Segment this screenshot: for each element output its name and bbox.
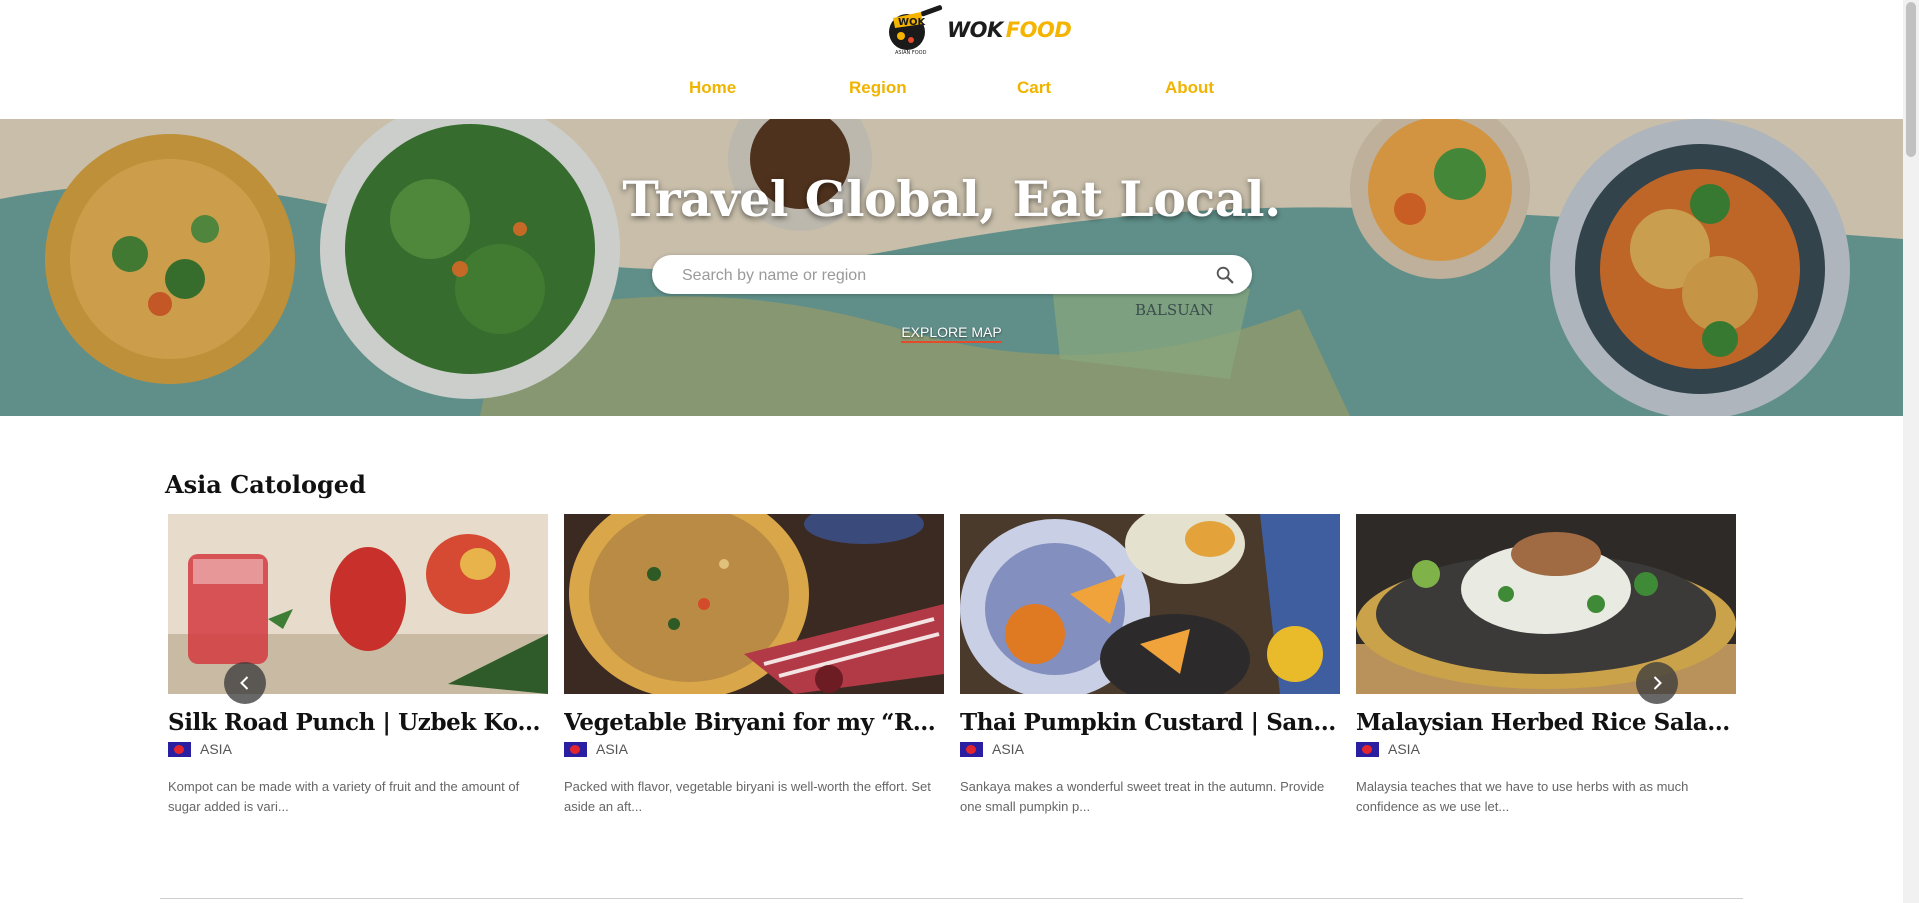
recipe-image[interactable] [168, 514, 548, 694]
chevron-left-icon [240, 676, 249, 690]
section-title: Asia Catologed [165, 470, 366, 499]
recipe-image[interactable] [960, 514, 1340, 694]
region-label: ASIA [200, 741, 232, 757]
recipe-card[interactable]: Malaysian Herbed Rice Salad | ... ASIA M… [1356, 514, 1736, 817]
recipe-image[interactable] [564, 514, 944, 694]
recipe-region: ASIA [960, 741, 1340, 757]
region-label: ASIA [992, 741, 1024, 757]
search-input[interactable] [680, 255, 1204, 296]
svg-text:WOK: WOK [898, 17, 927, 28]
region-flag-icon [960, 741, 983, 757]
recipe-card[interactable]: Thai Pumpkin Custard | Sankaya ASIA Sank… [960, 514, 1340, 817]
explore-map-wrap: EXPLORE MAP [0, 324, 1903, 343]
main-nav: Home Region Cart About [0, 78, 1903, 102]
svg-text:BALSUAN: BALSUAN [1135, 301, 1213, 319]
region-flag-icon [564, 741, 587, 757]
recipe-description: Sankaya makes a wonderful sweet treat in… [960, 779, 1325, 814]
search-bar [652, 255, 1252, 296]
explore-map-link[interactable]: EXPLORE MAP [901, 324, 1002, 343]
recipe-image[interactable] [1356, 514, 1736, 694]
brand-logo[interactable]: WOK ASIAN FOOD WOK FOOD [885, 4, 1072, 56]
recipe-description: Malaysia teaches that we have to use her… [1356, 779, 1689, 814]
recipe-region: ASIA [1356, 741, 1736, 757]
hero-banner: BALSUAN Travel Global, Eat Local. EXPLOR… [0, 119, 1903, 416]
region-label: ASIA [596, 741, 628, 757]
nav-home[interactable]: Home [689, 78, 736, 98]
nav-region[interactable]: Region [849, 78, 907, 98]
section-divider [160, 898, 1743, 899]
recipe-title[interactable]: Silk Road Punch | Uzbek Kompot [168, 709, 548, 736]
recipe-title[interactable]: Malaysian Herbed Rice Salad | ... [1356, 709, 1736, 736]
recipe-description: Kompot can be made with a variety of fru… [168, 779, 520, 814]
recipe-region: ASIA [564, 741, 944, 757]
recipe-description: Packed with flavor, vegetable biryani is… [564, 779, 931, 814]
recipe-card[interactable]: Silk Road Punch | Uzbek Kompot ASIA Komp… [168, 514, 548, 817]
svg-text:ASIAN FOOD: ASIAN FOOD [895, 50, 927, 56]
chevron-right-icon [1653, 676, 1662, 690]
hero-title: Travel Global, Eat Local. [622, 170, 1281, 228]
region-flag-icon [168, 741, 191, 757]
nav-about[interactable]: About [1165, 78, 1214, 98]
search-icon[interactable] [1214, 264, 1236, 286]
nav-cart[interactable]: Cart [1017, 78, 1051, 98]
recipe-title[interactable]: Thai Pumpkin Custard | Sankaya [960, 709, 1340, 736]
recipe-card[interactable]: Vegetable Biryani for my “Rick... ASIA P… [564, 514, 944, 817]
recipe-region: ASIA [168, 741, 548, 757]
carousel-prev-button[interactable] [224, 662, 266, 704]
scrollbar-thumb[interactable] [1906, 2, 1916, 157]
carousel-next-button[interactable] [1636, 662, 1678, 704]
wok-logo-icon: WOK ASIAN FOOD [889, 5, 943, 56]
recipe-title[interactable]: Vegetable Biryani for my “Rick... [564, 709, 944, 736]
region-flag-icon [1356, 741, 1379, 757]
brand-name: WOK FOOD [947, 18, 1072, 42]
region-label: ASIA [1388, 741, 1420, 757]
